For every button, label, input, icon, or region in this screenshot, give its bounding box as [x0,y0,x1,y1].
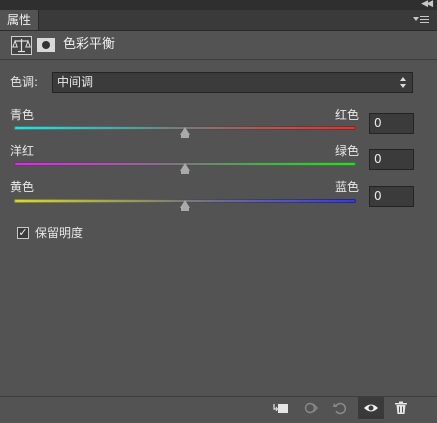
panel-footer [0,396,437,419]
cyan-red-slider-thumb[interactable] [180,127,190,138]
color-balance-adjustment-icon[interactable] [11,36,32,55]
trash-icon[interactable] [388,397,414,419]
clip-to-layer-icon[interactable] [268,397,294,419]
layer-mask-icon[interactable] [37,38,55,52]
reset-icon[interactable] [327,397,353,419]
tone-label: 色调: [10,75,39,89]
tab-properties[interactable]: 属性 [0,10,39,30]
magenta-green-slider-thumb[interactable] [180,163,190,174]
collapse-panels-icon[interactable]: ◀◀ [421,0,433,10]
slider-yellow-label: 黄色 [10,180,35,194]
panel-tab-bar: 属性 [0,10,437,31]
select-arrows-icon [400,75,407,90]
adjustment-title: 色彩平衡 [63,37,116,52]
yellow-blue-value-input[interactable]: 0 [369,186,414,207]
cyan-red-value-input[interactable]: 0 [369,113,414,134]
slider-blue-label: 蓝色 [335,180,360,194]
slider-red-label: 红色 [335,108,360,122]
yellow-blue-slider-thumb[interactable] [180,200,190,211]
visibility-eye-icon[interactable] [358,397,384,419]
preserve-luminosity-label: 保留明度 [35,226,84,240]
magenta-green-value-input[interactable]: 0 [369,149,414,170]
tone-select-value: 中间调 [57,75,94,89]
slider-cyan-label: 青色 [10,108,35,122]
panel-menu-icon[interactable] [413,14,429,26]
preserve-luminosity-checkbox[interactable]: ✓ [17,227,29,239]
slider-magenta-label: 洋红 [10,144,35,158]
view-previous-state-icon[interactable] [299,397,325,419]
slider-green-label: 绿色 [335,144,360,158]
tone-select[interactable]: 中间调 [52,72,413,93]
properties-header: 色彩平衡 [0,31,437,60]
panel-top-bar: ◀◀ [0,0,437,10]
checkmark-icon: ✓ [18,226,28,239]
